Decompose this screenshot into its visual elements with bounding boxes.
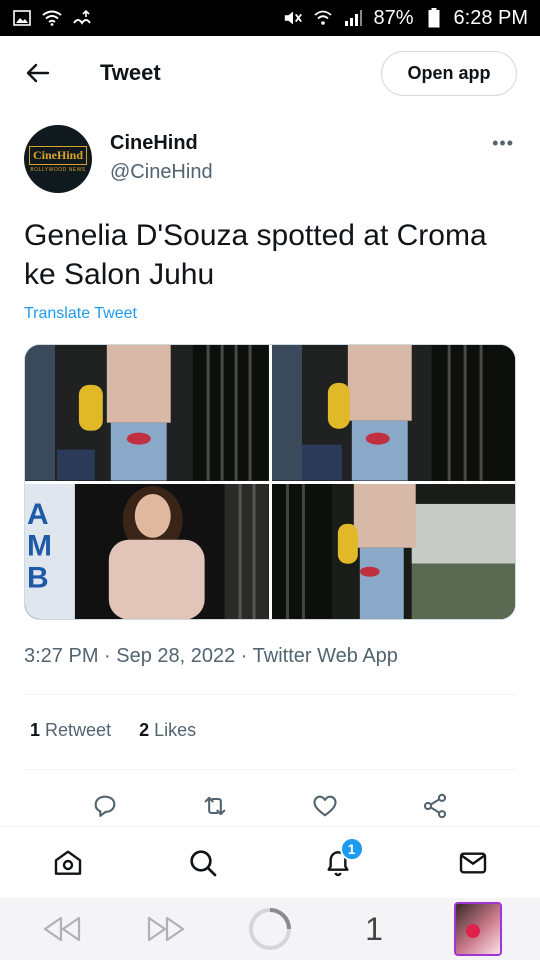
likes-stat[interactable]: 2 Likes xyxy=(139,720,196,741)
clock: 6:28 PM xyxy=(453,6,528,29)
tweet-author: CineHind BOLLYWOOD NEWS CineHind @CineHi… xyxy=(24,125,516,195)
tweet-text: Genelia D'Souza spotted at Croma ke Salo… xyxy=(24,219,487,291)
status-right: 87% 6:28 PM xyxy=(283,7,528,30)
nav-messages[interactable] xyxy=(449,839,497,887)
tweet-photo[interactable] xyxy=(25,345,269,481)
author-handle[interactable]: @CineHind xyxy=(110,161,213,184)
heart-icon xyxy=(313,795,337,817)
status-left xyxy=(12,8,92,28)
open-app-button[interactable]: Open app xyxy=(381,51,517,96)
nav-home[interactable] xyxy=(44,839,92,887)
back-button[interactable] xyxy=(22,57,54,89)
page-title: Tweet xyxy=(100,60,161,85)
svg-text:A: A xyxy=(27,497,49,530)
status-bar: 87% 6:28 PM xyxy=(0,0,540,36)
divider xyxy=(24,694,516,695)
tweet-actions xyxy=(0,786,540,826)
arrow-left-icon xyxy=(26,63,50,83)
tab-count: 1 xyxy=(365,910,383,947)
retweet-stat[interactable]: 1 Retweet xyxy=(30,720,111,741)
author-name[interactable]: CineHind xyxy=(110,132,198,155)
wifi-signal-icon xyxy=(313,8,333,28)
search-icon xyxy=(189,849,216,876)
reply-button[interactable] xyxy=(85,786,125,826)
tab-count-button[interactable]: 1 xyxy=(350,905,398,953)
translate-tweet-link[interactable]: Translate Tweet xyxy=(24,305,137,323)
tweet-photo[interactable] xyxy=(271,483,515,619)
profile-button[interactable] xyxy=(454,902,502,956)
tweet-media-grid: A M B xyxy=(24,344,516,620)
mute-icon xyxy=(283,8,303,28)
notification-badge: 1 xyxy=(339,836,364,861)
home-icon xyxy=(54,849,81,875)
loading-spinner-icon xyxy=(249,908,291,950)
cell-signal-icon xyxy=(343,8,363,28)
tweet-stats: 1 Retweet 2 Likes xyxy=(30,720,196,741)
like-count: 2 xyxy=(139,720,150,740)
fast-forward-icon xyxy=(147,916,185,942)
battery-icon xyxy=(424,8,444,28)
more-horizontal-icon: ••• xyxy=(492,133,514,153)
avatar-logo-subtext: BOLLYWOOD NEWS xyxy=(30,166,86,173)
page-header: Tweet Open app xyxy=(0,36,540,110)
avatar-logo-text: CineHind xyxy=(28,145,87,165)
like-button[interactable] xyxy=(305,786,345,826)
retweet-count: 1 xyxy=(30,720,41,740)
svg-text:B: B xyxy=(27,561,49,594)
share-icon xyxy=(423,793,447,819)
hotspot-icon xyxy=(72,8,92,28)
tweet-timestamp[interactable]: 3:27 PM · Sep 28, 2022 · Twitter Web App xyxy=(24,645,398,668)
browser-loading-button[interactable] xyxy=(246,905,294,953)
profile-thumbnail xyxy=(454,902,502,956)
browser-toolbar: 1 xyxy=(0,898,540,960)
retweet-button[interactable] xyxy=(195,786,235,826)
reply-icon xyxy=(94,795,116,817)
battery-percent: 87% xyxy=(373,6,414,29)
wifi-icon xyxy=(42,8,62,28)
retweet-icon xyxy=(204,796,226,816)
browser-forward-button[interactable] xyxy=(142,905,190,953)
tweet-photo[interactable] xyxy=(271,345,515,481)
rewind-icon xyxy=(43,916,81,942)
divider xyxy=(24,769,516,770)
retweet-label: Retweet xyxy=(45,720,112,740)
nav-search[interactable] xyxy=(179,839,227,887)
tweet-photo[interactable]: A M B xyxy=(25,483,269,619)
more-button[interactable]: ••• xyxy=(492,133,514,154)
nav-notifications[interactable]: 1 xyxy=(314,836,364,887)
avatar[interactable]: CineHind BOLLYWOOD NEWS xyxy=(24,125,92,193)
mail-icon xyxy=(459,851,486,874)
bottom-nav: 1 xyxy=(0,826,540,898)
gallery-icon xyxy=(12,8,32,28)
svg-text:M: M xyxy=(27,529,52,562)
share-button[interactable] xyxy=(415,786,455,826)
likes-label: Likes xyxy=(154,720,197,740)
browser-back-button[interactable] xyxy=(38,905,86,953)
